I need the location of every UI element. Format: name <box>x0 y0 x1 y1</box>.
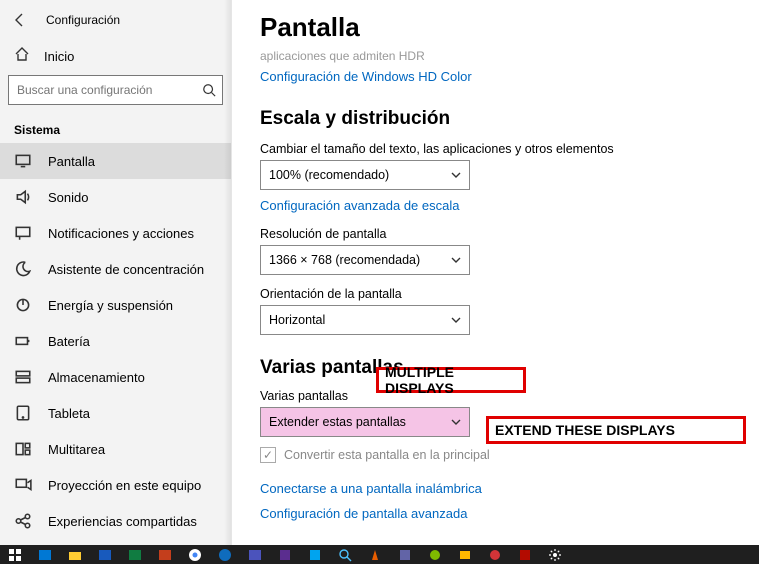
make-main-checkbox: ✓ <box>260 447 276 463</box>
monitor-icon <box>14 152 32 170</box>
taskbar-app-icon[interactable] <box>300 545 330 564</box>
sidebar-item-label: Energía y suspensión <box>48 298 173 313</box>
taskbar-app-icon[interactable] <box>420 545 450 564</box>
storage-icon <box>14 368 32 386</box>
sidebar-item-label: Multitarea <box>48 442 105 457</box>
share-icon <box>14 512 32 530</box>
home-icon <box>14 46 30 67</box>
taskbar-outlook-icon[interactable] <box>30 545 60 564</box>
sidebar-item-label: Proyección en este equipo <box>48 478 201 493</box>
taskbar-app-icon[interactable] <box>270 545 300 564</box>
resolution-value: 1366 × 768 (recomendada) <box>269 253 420 267</box>
sidebar-item-multitarea[interactable]: Multitarea <box>0 431 231 467</box>
wireless-link[interactable]: Conectarse a una pantalla inalámbrica <box>260 481 739 496</box>
section-label: Sistema <box>0 115 231 143</box>
sidebar-item-sonido[interactable]: Sonido <box>0 179 231 215</box>
message-icon <box>14 224 32 242</box>
taskbar-app-icon[interactable] <box>390 545 420 564</box>
taskbar-chrome-icon[interactable] <box>180 545 210 564</box>
sidebar-item-label: Tableta <box>48 406 90 421</box>
taskbar[interactable] <box>0 545 759 564</box>
advanced-display-link[interactable]: Configuración de pantalla avanzada <box>260 506 739 521</box>
taskbar-excel-icon[interactable] <box>120 545 150 564</box>
annotation-text: EXTEND THESE DISPLAYS <box>495 422 675 438</box>
power-icon <box>14 296 32 314</box>
sidebar-item-label: Almacenamiento <box>48 370 145 385</box>
resolution-label: Resolución de pantalla <box>260 227 739 241</box>
taskbar-settings-icon[interactable] <box>540 545 570 564</box>
home-nav[interactable]: Inicio <box>0 40 231 75</box>
chevron-down-icon <box>451 170 461 180</box>
sidebar-item-almacenamiento[interactable]: Almacenamiento <box>0 359 231 395</box>
sidebar-item-label: Notificaciones y acciones <box>48 226 194 241</box>
settings-sidebar: Configuración Inicio Sistema Pantalla Son… <box>0 0 232 545</box>
sidebar-item-notificaciones[interactable]: Notificaciones y acciones <box>0 215 231 251</box>
chevron-down-icon <box>451 315 461 325</box>
scale-dropdown[interactable]: 100% (recomendado) <box>260 160 470 190</box>
hd-color-link[interactable]: Configuración de Windows HD Color <box>260 69 472 84</box>
chevron-down-icon <box>451 255 461 265</box>
search-input[interactable] <box>17 83 202 97</box>
advanced-scale-link[interactable]: Configuración avanzada de escala <box>260 198 459 213</box>
search-icon <box>202 83 216 97</box>
taskbar-acrobat-icon[interactable] <box>510 545 540 564</box>
taskbar-explorer-icon[interactable] <box>60 545 90 564</box>
sidebar-item-proyeccion[interactable]: Proyección en este equipo <box>0 467 231 503</box>
moon-icon <box>14 260 32 278</box>
sidebar-item-label: Asistente de concentración <box>48 262 204 277</box>
nav-list: Pantalla Sonido Notificaciones y acciones A… <box>0 143 231 545</box>
scale-label: Cambiar el tamaño del texto, las aplicac… <box>260 142 739 156</box>
scale-heading: Escala y distribución <box>260 108 739 130</box>
sidebar-item-pantalla[interactable]: Pantalla <box>0 143 231 179</box>
make-main-checkbox-row: ✓ Convertir esta pantalla en la principa… <box>260 447 739 463</box>
scale-value: 100% (recomendado) <box>269 168 389 182</box>
battery-icon <box>14 332 32 350</box>
sidebar-item-energia[interactable]: Energía y suspensión <box>0 287 231 323</box>
orientation-value: Horizontal <box>269 313 325 327</box>
sidebar-item-tableta[interactable]: Tableta <box>0 395 231 431</box>
sidebar-item-label: Sonido <box>48 190 88 205</box>
sidebar-item-bateria[interactable]: Batería <box>0 323 231 359</box>
start-button[interactable] <box>0 545 30 564</box>
taskbar-vlc-icon[interactable] <box>360 545 390 564</box>
content-panel: Pantalla aplicaciones que admiten HDR Co… <box>232 0 759 545</box>
back-button[interactable] <box>8 8 32 32</box>
taskbar-powerpoint-icon[interactable] <box>150 545 180 564</box>
search-box[interactable] <box>8 75 223 105</box>
page-title: Pantalla <box>260 12 739 43</box>
make-main-label: Convertir esta pantalla en la principal <box>284 448 490 462</box>
sidebar-item-concentracion[interactable]: Asistente de concentración <box>0 251 231 287</box>
multitask-icon <box>14 440 32 458</box>
taskbar-app-icon[interactable] <box>450 545 480 564</box>
taskbar-teams-icon[interactable] <box>240 545 270 564</box>
resolution-dropdown[interactable]: 1366 × 768 (recomendada) <box>260 245 470 275</box>
taskbar-word-icon[interactable] <box>90 545 120 564</box>
tablet-icon <box>14 404 32 422</box>
project-icon <box>14 476 32 494</box>
orientation-dropdown[interactable]: Horizontal <box>260 305 470 335</box>
sidebar-item-label: Pantalla <box>48 154 95 169</box>
speaker-icon <box>14 188 32 206</box>
multi-display-dropdown[interactable]: Extender estas pantallas <box>260 407 470 437</box>
sidebar-item-label: Batería <box>48 334 90 349</box>
sidebar-item-experiencias[interactable]: Experiencias compartidas <box>0 503 231 539</box>
taskbar-search-icon[interactable] <box>330 545 360 564</box>
annotation-extend-these: EXTEND THESE DISPLAYS <box>486 416 746 444</box>
multi-value: Extender estas pantallas <box>269 415 406 429</box>
taskbar-edge-icon[interactable] <box>210 545 240 564</box>
home-label: Inicio <box>44 49 74 64</box>
app-title: Configuración <box>46 13 120 27</box>
annotation-multiple-displays: MULTIPLE DISPLAYS <box>376 367 526 393</box>
taskbar-paint-icon[interactable] <box>480 545 510 564</box>
clipped-text: aplicaciones que admiten HDR <box>260 49 739 63</box>
chevron-down-icon <box>451 417 461 427</box>
sidebar-item-label: Experiencias compartidas <box>48 514 197 529</box>
annotation-text: MULTIPLE DISPLAYS <box>385 364 517 396</box>
orientation-label: Orientación de la pantalla <box>260 287 739 301</box>
